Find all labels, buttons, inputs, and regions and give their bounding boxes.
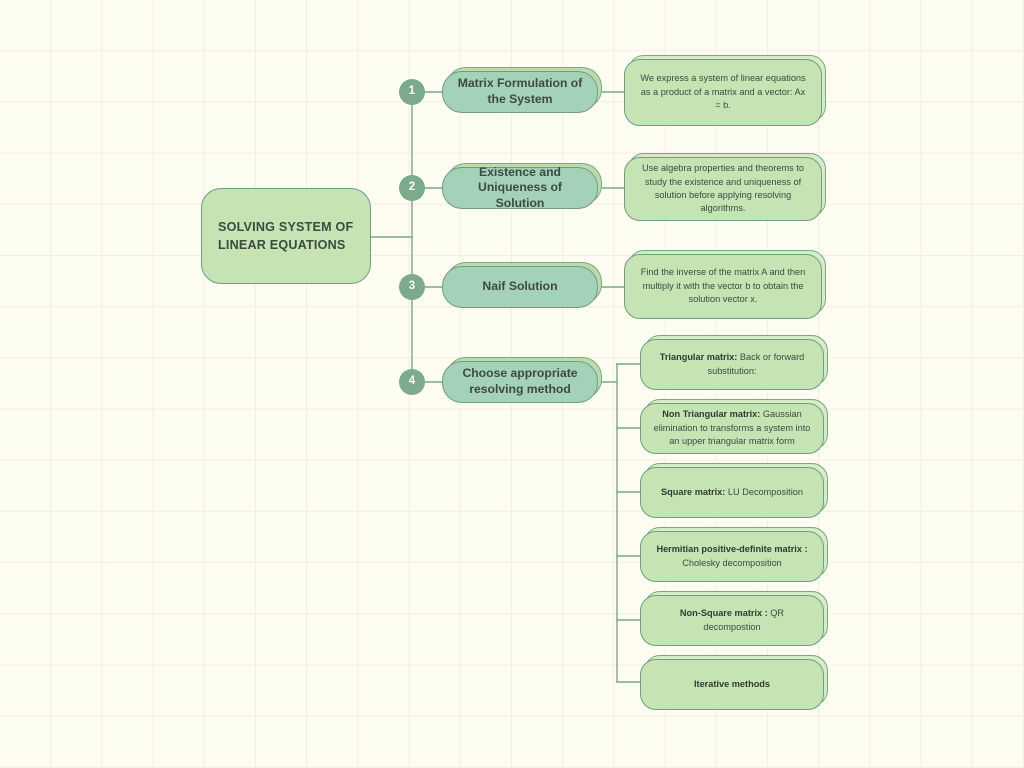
method-node-text: Hermitian positive-definite matrix : Cho… [641, 543, 823, 570]
description-node-face: Use algebra properties and theorems to s… [624, 157, 822, 221]
mindmap-canvas: SOLVING SYSTEM OF LINEAR EQUATIONS 1 2 3… [0, 0, 1024, 768]
method-node-term: Triangular matrix: [659, 352, 738, 363]
method-node-iterative-methods[interactable]: Iterative methods [640, 655, 828, 710]
method-node-text: Non-Square matrix : QR decompostion [641, 607, 823, 634]
method-node-face: Non Triangular matrix: Gaussian eliminat… [640, 403, 824, 454]
method-node-text: Non Triangular matrix: Gaussian eliminat… [641, 408, 823, 448]
step-number-2[interactable]: 2 [399, 175, 425, 201]
description-node-text: We express a system of linear equations … [640, 73, 806, 111]
description-node-face: Find the inverse of the matrix A and the… [624, 254, 822, 319]
method-node-triangular-matrix[interactable]: Triangular matrix: Back or forward subst… [640, 335, 828, 390]
branch-node-label: Naif Solution [482, 279, 558, 294]
method-node-term: Square matrix: [661, 486, 726, 497]
branch-node-face: Matrix Formulation of the System [442, 71, 598, 113]
method-node-face: Square matrix: LU Decomposition [640, 467, 824, 518]
method-node-text: Triangular matrix: Back or forward subst… [641, 351, 823, 378]
central-node-face: SOLVING SYSTEM OF LINEAR EQUATIONS [201, 188, 371, 284]
method-node-face: Iterative methods [640, 659, 824, 710]
branch-node-label: Choose appropriate resolving method [462, 366, 578, 396]
method-node-face: Hermitian positive-definite matrix : Cho… [640, 531, 824, 582]
method-node-hermitian-matrix[interactable]: Hermitian positive-definite matrix : Cho… [640, 527, 828, 582]
description-node-text: Find the inverse of the matrix A and the… [640, 267, 806, 305]
description-node-1[interactable]: We express a system of linear equations … [624, 55, 826, 126]
method-node-term: Non Triangular matrix: [662, 409, 761, 420]
method-node-term: Non-Square matrix : [679, 608, 768, 619]
description-node-face: We express a system of linear equations … [624, 59, 822, 126]
central-node-title: SOLVING SYSTEM OF LINEAR EQUATIONS [218, 219, 354, 252]
branch-node-choose-method[interactable]: Choose appropriate resolving method [442, 357, 602, 403]
branch-node-naif-solution[interactable]: Naif Solution [442, 262, 602, 308]
step-number-1[interactable]: 1 [399, 79, 425, 105]
step-number-4[interactable]: 4 [399, 369, 425, 395]
method-node-term: Iterative methods [693, 678, 771, 689]
method-node-detail: LU Decomposition [725, 486, 803, 497]
method-node-term: Hermitian positive-definite matrix : [656, 544, 808, 555]
method-node-text: Iterative methods [682, 678, 782, 691]
branch-node-label: Matrix Formulation of the System [457, 76, 583, 106]
method-node-text: Square matrix: LU Decomposition [649, 486, 815, 499]
method-node-non-square-matrix[interactable]: Non-Square matrix : QR decompostion [640, 591, 828, 646]
branch-node-face: Choose appropriate resolving method [442, 361, 598, 403]
method-node-square-matrix[interactable]: Square matrix: LU Decomposition [640, 463, 828, 518]
step-number-3[interactable]: 3 [399, 274, 425, 300]
branch-node-matrix-formulation[interactable]: Matrix Formulation of the System [442, 67, 602, 113]
description-node-text: Use algebra properties and theorems to s… [642, 163, 804, 214]
method-node-non-triangular-matrix[interactable]: Non Triangular matrix: Gaussian eliminat… [640, 399, 828, 454]
method-node-face: Non-Square matrix : QR decompostion [640, 595, 824, 646]
method-node-face: Triangular matrix: Back or forward subst… [640, 339, 824, 390]
description-node-2[interactable]: Use algebra properties and theorems to s… [624, 153, 826, 221]
branch-node-label: Existence and Uniqueness of Solution [478, 164, 562, 210]
central-node[interactable]: SOLVING SYSTEM OF LINEAR EQUATIONS [201, 188, 371, 284]
description-node-3[interactable]: Find the inverse of the matrix A and the… [624, 250, 826, 319]
branch-node-face: Naif Solution [442, 266, 598, 308]
branch-node-face: Existence and Uniqueness of Solution [442, 164, 598, 210]
method-node-detail: Cholesky decomposition [682, 557, 782, 568]
branch-node-existence-uniqueness[interactable]: Existence and Uniqueness of Solution [442, 163, 602, 210]
